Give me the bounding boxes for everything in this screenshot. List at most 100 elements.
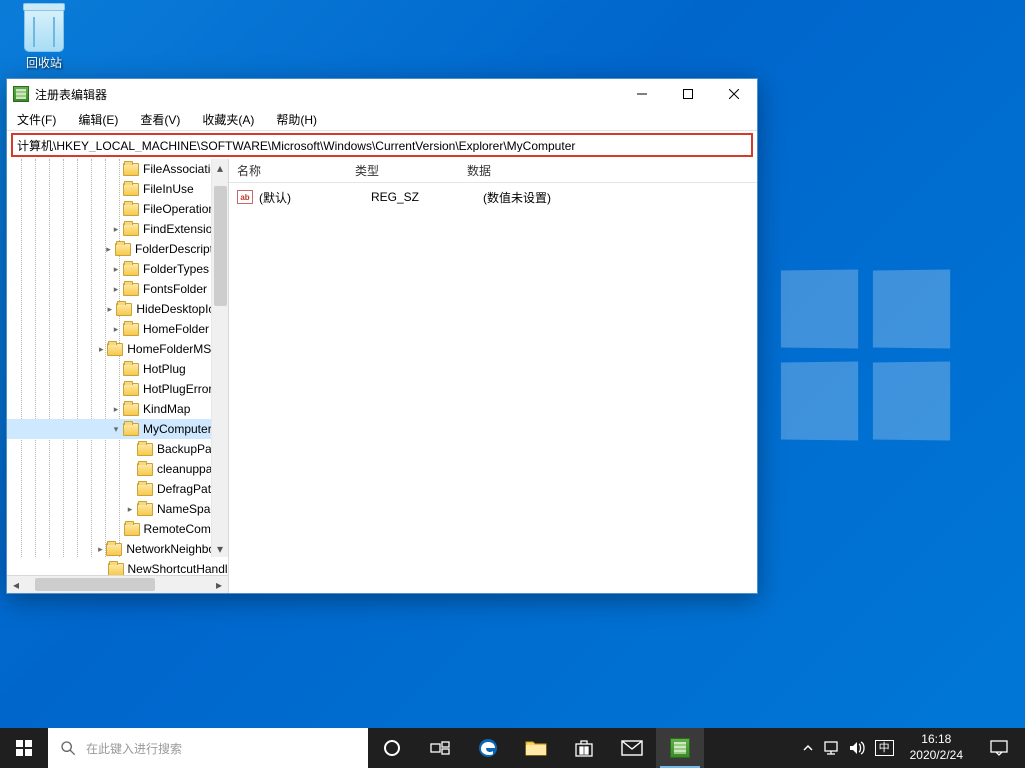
tray-volume[interactable]: [849, 741, 865, 755]
maximize-button[interactable]: [665, 79, 711, 109]
taskbar-mail[interactable]: [608, 728, 656, 768]
close-button[interactable]: [711, 79, 757, 109]
value-row[interactable]: ab (默认)REG_SZ(数值未设置): [237, 187, 749, 207]
window-title: 注册表编辑器: [35, 86, 107, 103]
expander-icon[interactable]: ▸: [94, 545, 106, 554]
expander-icon[interactable]: ▸: [123, 505, 137, 514]
taskbar-regedit[interactable]: [656, 728, 704, 768]
tree-item[interactable]: RemoteComputer: [7, 519, 228, 539]
recycle-bin-label: 回收站: [26, 56, 62, 70]
folder-icon: [525, 739, 547, 757]
tree-item[interactable]: ▸NameSpace: [7, 499, 228, 519]
regedit-window: 注册表编辑器 文件(F) 编辑(E) 查看(V) 收藏夹(A) 帮助(H): [6, 78, 758, 594]
tree-item[interactable]: FileOperation: [7, 199, 228, 219]
tree-item[interactable]: ▸FindExtensions: [7, 219, 228, 239]
scroll-left-icon[interactable]: ◂: [7, 576, 25, 593]
tree-item[interactable]: cleanuppath: [7, 459, 228, 479]
address-bar[interactable]: [11, 133, 753, 157]
string-value-icon: ab: [237, 190, 253, 204]
expander-icon[interactable]: ▸: [95, 345, 107, 354]
tree-item[interactable]: ▸NetworkNeighborhood: [7, 539, 228, 559]
titlebar[interactable]: 注册表编辑器: [7, 79, 757, 109]
tree-item[interactable]: ▸HomeFolder: [7, 319, 228, 339]
scroll-up-icon[interactable]: ▴: [212, 159, 229, 176]
col-header-data[interactable]: 数据: [467, 162, 757, 179]
edge-icon: [477, 737, 499, 759]
menu-view[interactable]: 查看(V): [136, 109, 184, 130]
menu-file[interactable]: 文件(F): [13, 109, 60, 130]
tree-item[interactable]: NewShortcutHandlers: [7, 559, 228, 575]
list-header[interactable]: 名称 类型 数据: [229, 159, 757, 183]
tray-network[interactable]: [823, 741, 839, 755]
taskbar-search[interactable]: 在此键入进行搜索: [48, 728, 368, 768]
taskbar-microsoft-store[interactable]: [560, 728, 608, 768]
value-type: REG_SZ: [371, 190, 483, 204]
tree-item[interactable]: FileInUse: [7, 179, 228, 199]
scroll-right-icon[interactable]: ▸: [210, 576, 228, 593]
col-header-type[interactable]: 类型: [355, 162, 467, 179]
menu-edit[interactable]: 编辑(E): [74, 109, 122, 130]
taskbar-file-explorer[interactable]: [512, 728, 560, 768]
chevron-up-icon: [803, 743, 813, 753]
folder-icon: [116, 303, 132, 316]
scroll-thumb-vertical[interactable]: [214, 186, 227, 306]
tree-item[interactable]: FileAssociation: [7, 159, 228, 179]
tree-item[interactable]: HotPlugErrors: [7, 379, 228, 399]
tray-ime[interactable]: 中: [875, 740, 894, 756]
tree-item[interactable]: DefragPath: [7, 479, 228, 499]
registry-tree[interactable]: FileAssociation FileInUse FileOperation▸Fi…: [7, 159, 228, 575]
folder-icon: [123, 403, 139, 416]
action-center-button[interactable]: [979, 740, 1019, 756]
values-list[interactable]: ab (默认)REG_SZ(数值未设置): [229, 183, 757, 593]
tree-item[interactable]: ▸HomeFolderMSGraph: [7, 339, 228, 359]
expander-icon[interactable]: ▸: [109, 265, 123, 274]
taskbar: 在此键入进行搜索 中 16:18 2020/2/24: [0, 728, 1025, 768]
expander-icon[interactable]: ▸: [102, 245, 115, 254]
value-data: (数值未设置): [483, 189, 749, 206]
value-name: (默认): [259, 189, 371, 206]
tree-item[interactable]: ▸FontsFolder: [7, 279, 228, 299]
folder-icon: [123, 223, 139, 236]
desktop-recycle-bin[interactable]: 回收站: [14, 8, 74, 71]
col-header-name[interactable]: 名称: [237, 162, 355, 179]
tree-item[interactable]: BackupPath: [7, 439, 228, 459]
menu-help[interactable]: 帮助(H): [272, 109, 321, 130]
start-button[interactable]: [0, 728, 48, 768]
tree-pane: FileAssociation FileInUse FileOperation▸Fi…: [7, 159, 229, 593]
tree-item-label: KindMap: [143, 402, 190, 416]
menu-favorites[interactable]: 收藏夹(A): [198, 109, 258, 130]
tree-item[interactable]: ▸HideDesktopIcons: [7, 299, 228, 319]
minimize-button[interactable]: [619, 79, 665, 109]
tree-item[interactable]: HotPlug: [7, 359, 228, 379]
tree-vertical-scrollbar[interactable]: ▴ ▾: [211, 159, 228, 557]
search-placeholder: 在此键入进行搜索: [86, 740, 182, 757]
expander-icon[interactable]: ▸: [109, 285, 123, 294]
expander-icon[interactable]: ▸: [109, 225, 123, 234]
network-icon: [823, 741, 839, 755]
tray-clock[interactable]: 16:18 2020/2/24: [904, 732, 969, 763]
ime-label: 中: [875, 740, 894, 756]
address-input[interactable]: [17, 138, 747, 152]
tree-item-label: FileInUse: [143, 182, 194, 196]
scroll-down-icon[interactable]: ▾: [212, 540, 229, 557]
expander-icon[interactable]: ▸: [109, 405, 123, 414]
folder-icon: [115, 243, 131, 256]
tray-overflow-button[interactable]: [803, 743, 813, 753]
tree-horizontal-scrollbar[interactable]: ◂ ▸: [7, 575, 228, 593]
tree-item-label: HotPlugErrors: [143, 382, 218, 396]
taskbar-apps: [368, 728, 704, 768]
folder-icon: [123, 263, 139, 276]
tree-item[interactable]: ▸FolderTypes: [7, 259, 228, 279]
tree-item[interactable]: ▸FolderDescriptions: [7, 239, 228, 259]
scroll-thumb-horizontal[interactable]: [35, 578, 155, 591]
tree-item[interactable]: ▾MyComputer: [7, 419, 228, 439]
expander-icon[interactable]: ▸: [109, 325, 123, 334]
folder-icon: [123, 323, 139, 336]
tree-item-label: HotPlug: [143, 362, 186, 376]
tree-item[interactable]: ▸ KindMap: [7, 399, 228, 419]
task-view-button[interactable]: [416, 728, 464, 768]
expander-icon[interactable]: ▸: [103, 305, 116, 314]
cortana-button[interactable]: [368, 728, 416, 768]
expander-icon[interactable]: ▾: [109, 425, 123, 434]
taskbar-edge[interactable]: [464, 728, 512, 768]
